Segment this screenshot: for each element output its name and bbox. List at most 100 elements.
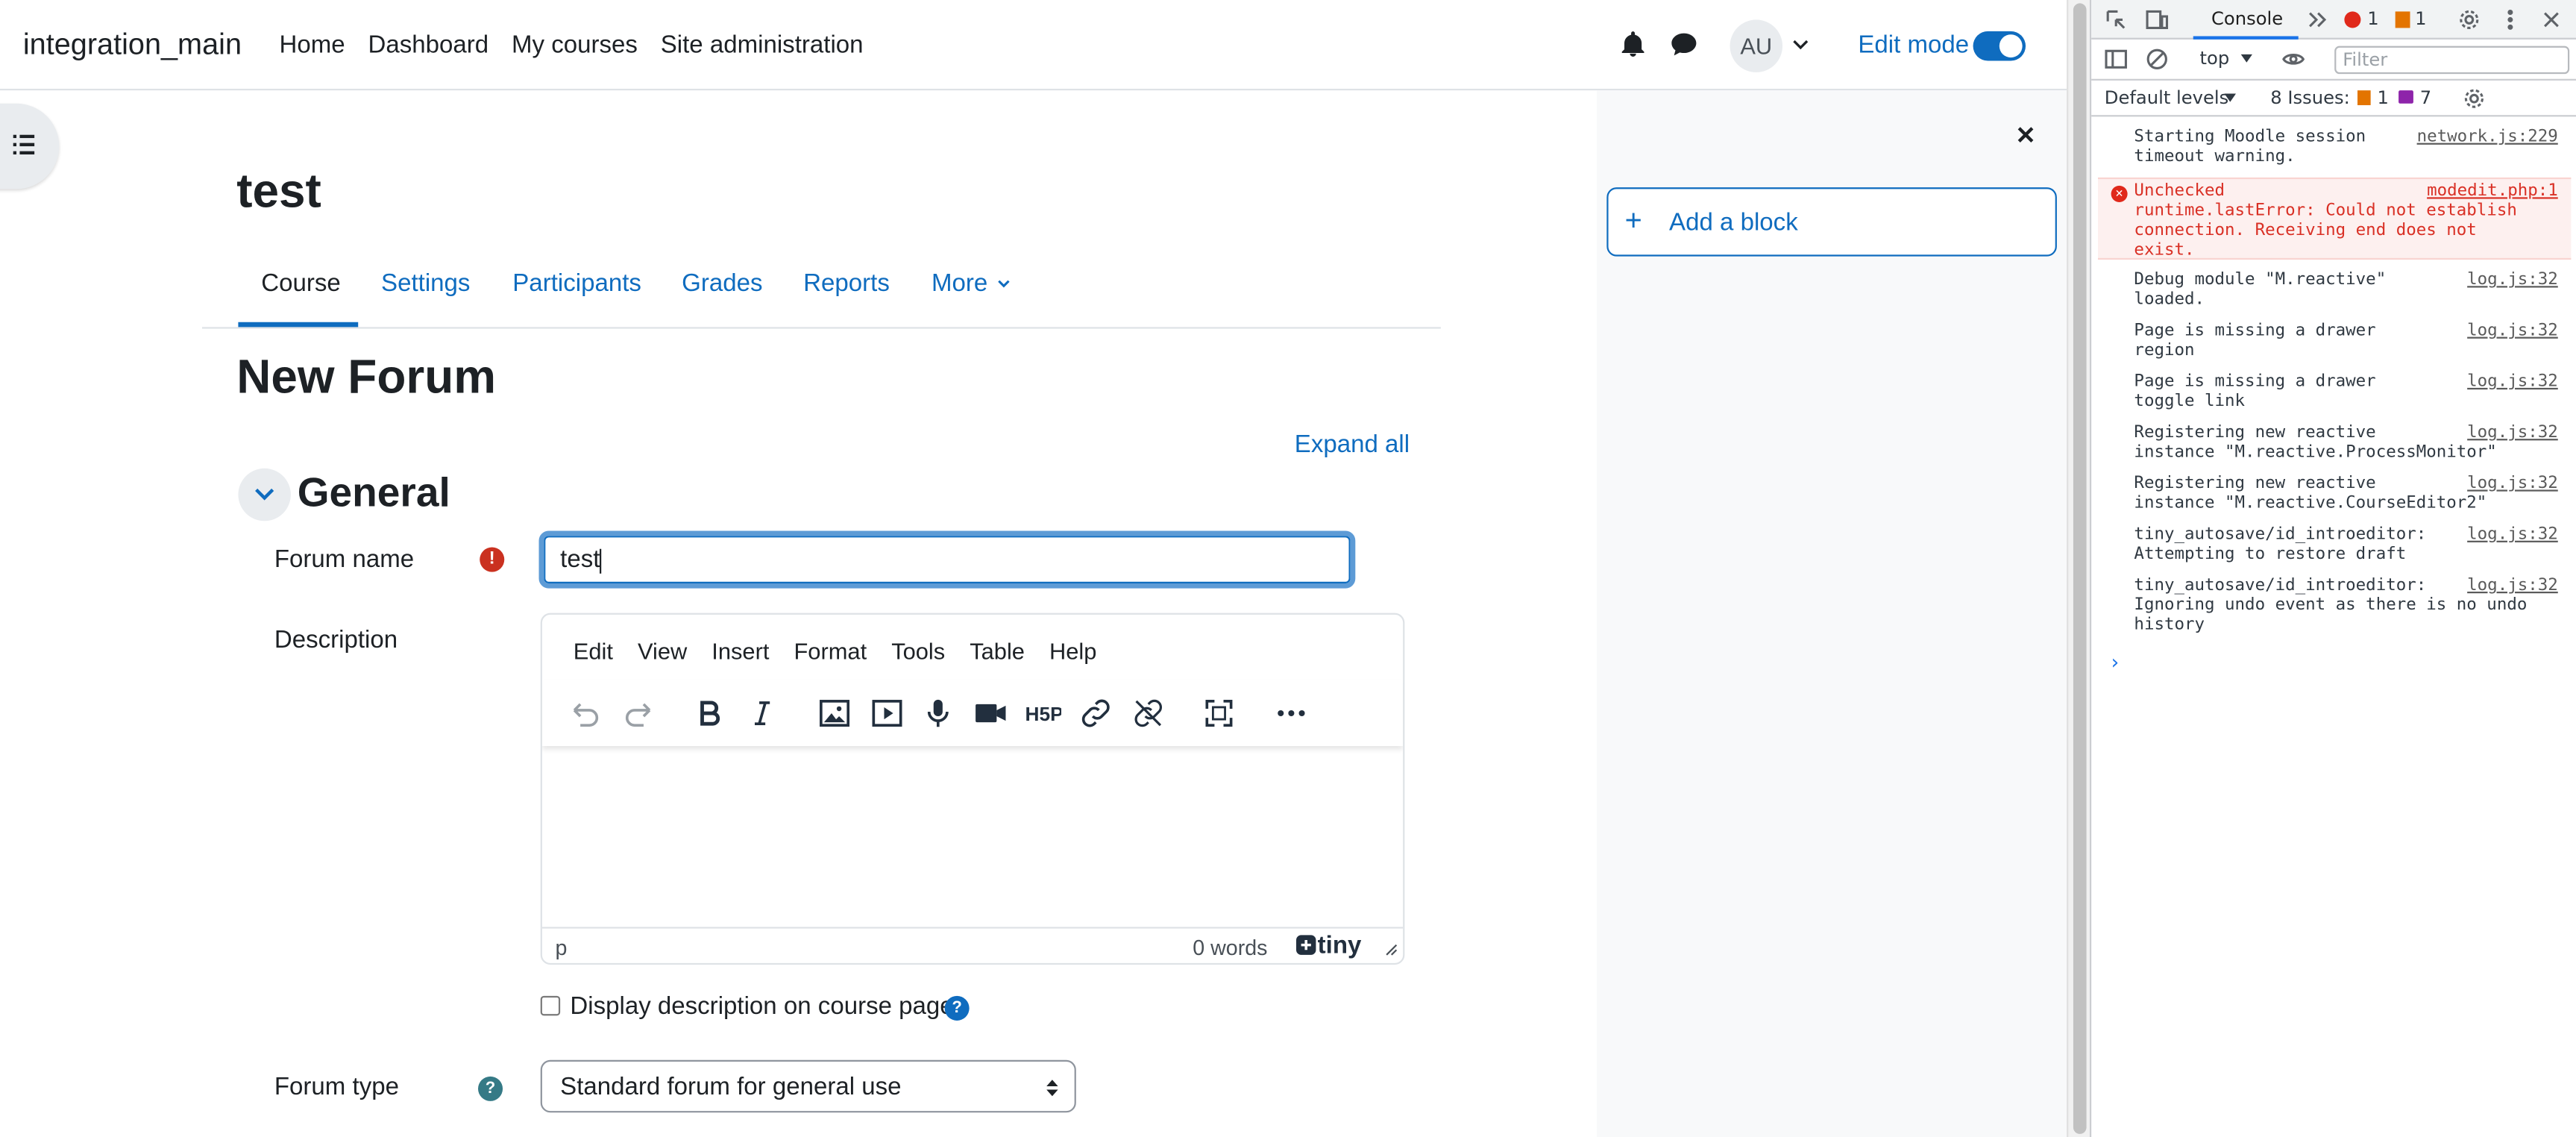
active-tab-indicator: [238, 322, 359, 328]
tab-participants[interactable]: Participants: [512, 269, 641, 297]
console-message-source[interactable]: log.js:32: [2467, 271, 2558, 289]
console-filter-input[interactable]: Filter: [2334, 46, 2570, 75]
editor-toolbar: H5P: [542, 680, 1403, 746]
forum-name-input[interactable]: test: [538, 530, 1356, 589]
issues-label[interactable]: 8 Issues:: [2270, 87, 2350, 109]
forum-name-value: test: [560, 545, 600, 574]
console-message-source[interactable]: log.js:32: [2467, 475, 2558, 493]
record-audio-microphone-icon[interactable]: [920, 695, 956, 731]
clear-console-icon[interactable]: [2146, 48, 2169, 71]
console-message-source[interactable]: log.js:32: [2467, 526, 2558, 544]
course-index-drawer-button[interactable]: [0, 103, 60, 190]
close-icon[interactable]: [2014, 123, 2038, 146]
display-description-checkbox[interactable]: [540, 995, 561, 1016]
more-options-icon[interactable]: [1273, 695, 1309, 731]
console-message: Registering new reactive instance "M.rea…: [2098, 424, 2571, 468]
tab-more[interactable]: More: [931, 269, 1011, 298]
expand-all-link[interactable]: Expand all: [1295, 430, 1410, 458]
issues-info-count[interactable]: 7: [2420, 87, 2431, 109]
device-toolbar-icon[interactable]: [2146, 8, 2169, 31]
undo-icon[interactable]: [567, 695, 603, 731]
nav-link-my-courses[interactable]: My courses: [512, 31, 638, 59]
messages-chat-icon[interactable]: [1669, 30, 1699, 60]
eye-icon[interactable]: [2282, 48, 2305, 71]
tab-more-label: More: [931, 269, 988, 298]
help-icon[interactable]: ?: [478, 1076, 503, 1101]
tiny-brand-text: tiny: [1317, 931, 1362, 960]
close-devtools-icon[interactable]: [2540, 8, 2563, 31]
section-heading-general: General: [297, 470, 450, 516]
editor-menu-format[interactable]: Format: [794, 638, 867, 664]
fullscreen-icon[interactable]: [1201, 695, 1237, 731]
console-settings-gear-icon[interactable]: [2463, 87, 2486, 110]
console-message-text: tiny_autosave/id_introeditor: Attempting…: [2134, 525, 2427, 564]
bold-icon[interactable]: [691, 695, 727, 731]
page-scrollbar[interactable]: [2067, 0, 2090, 1137]
edit-mode-toggle[interactable]: [1973, 31, 2026, 61]
forum-type-select[interactable]: Standard forum for general use: [540, 1059, 1076, 1113]
media-icon[interactable]: [869, 695, 905, 731]
resize-handle-icon[interactable]: [1383, 942, 1398, 956]
inspect-element-icon[interactable]: [2105, 8, 2128, 31]
console-message-source[interactable]: log.js:32: [2467, 577, 2558, 595]
nav-link-home[interactable]: Home: [279, 31, 345, 59]
editor-menu-help[interactable]: Help: [1049, 638, 1096, 664]
console-message-source[interactable]: modedit.php:1: [2427, 183, 2558, 201]
sidebar-toggle-icon[interactable]: [2105, 48, 2128, 71]
link-icon[interactable]: [1078, 695, 1113, 731]
issues-warning-count[interactable]: 1: [2377, 87, 2388, 109]
kebab-menu-icon[interactable]: [2498, 8, 2522, 31]
settings-gear-icon[interactable]: [2457, 8, 2481, 31]
error-count[interactable]: 1: [2367, 8, 2378, 30]
tab-console[interactable]: Console: [2211, 8, 2283, 30]
italic-icon[interactable]: [744, 695, 780, 731]
moodle-page: integration_main Home Dashboard My cours…: [0, 0, 2067, 1137]
text-cursor: [600, 548, 602, 573]
console-message-source[interactable]: log.js:32: [2467, 373, 2558, 391]
context-selector[interactable]: top: [2200, 48, 2230, 69]
warning-count[interactable]: 1: [2415, 8, 2426, 30]
console-prompt-icon[interactable]: ›: [2111, 651, 2120, 674]
chevron-down-icon[interactable]: [1792, 36, 1809, 52]
h5p-icon[interactable]: H5P: [1025, 695, 1061, 731]
section-collapse-button[interactable]: [238, 468, 291, 521]
more-tabs-chevron-icon[interactable]: [2305, 8, 2328, 31]
editor-menu-insert[interactable]: Insert: [711, 638, 769, 664]
site-brand[interactable]: integration_main: [23, 28, 242, 62]
editor-word-count[interactable]: 0 words: [1193, 935, 1267, 959]
editor-element-path[interactable]: p: [556, 935, 568, 959]
unlink-icon[interactable]: [1131, 695, 1166, 731]
issue-warning-icon: [2357, 90, 2371, 105]
console-message-source[interactable]: network.js:229: [2417, 128, 2558, 146]
console-message-source[interactable]: log.js:32: [2467, 322, 2558, 340]
help-icon[interactable]: ?: [944, 995, 970, 1021]
console-message-source[interactable]: log.js:32: [2467, 424, 2558, 442]
warning-icon: [2395, 11, 2410, 28]
forum-type-label: Forum type: [274, 1073, 399, 1101]
editor-menu-table[interactable]: Table: [970, 638, 1025, 664]
image-icon[interactable]: [817, 695, 852, 731]
scrollbar-thumb[interactable]: [2073, 3, 2087, 1134]
tab-settings[interactable]: Settings: [381, 269, 470, 297]
console-message-text: Debug module "M.reactive" loaded.: [2134, 271, 2387, 310]
user-avatar[interactable]: AU: [1730, 19, 1783, 72]
editor-menu-view[interactable]: View: [638, 638, 687, 664]
tab-course[interactable]: Course: [261, 269, 341, 297]
svg-text:H5P: H5P: [1025, 703, 1061, 725]
console-message: Page is missing a drawer region log.js:3…: [2098, 322, 2571, 366]
log-levels-dropdown[interactable]: Default levels: [2105, 87, 2228, 109]
record-video-camera-icon[interactable]: [973, 695, 1008, 731]
editor-content-area[interactable]: [542, 746, 1403, 927]
editor-menu-edit[interactable]: Edit: [574, 638, 613, 664]
tab-grades[interactable]: Grades: [682, 269, 762, 297]
editor-menu-tools[interactable]: Tools: [891, 638, 945, 664]
notification-bell-icon[interactable]: [1618, 30, 1648, 60]
nav-link-dashboard[interactable]: Dashboard: [368, 31, 489, 59]
redo-icon[interactable]: [621, 695, 657, 731]
add-block-button[interactable]: + Add a block: [1606, 187, 2057, 257]
tiny-logo[interactable]: tiny: [1295, 931, 1362, 960]
console-message-text: Page is missing a drawer region: [2134, 322, 2376, 360]
tab-reports[interactable]: Reports: [803, 269, 890, 297]
description-editor[interactable]: Edit View Insert Format Tools Table Help…: [540, 613, 1405, 965]
nav-link-site-administration[interactable]: Site administration: [661, 31, 864, 59]
